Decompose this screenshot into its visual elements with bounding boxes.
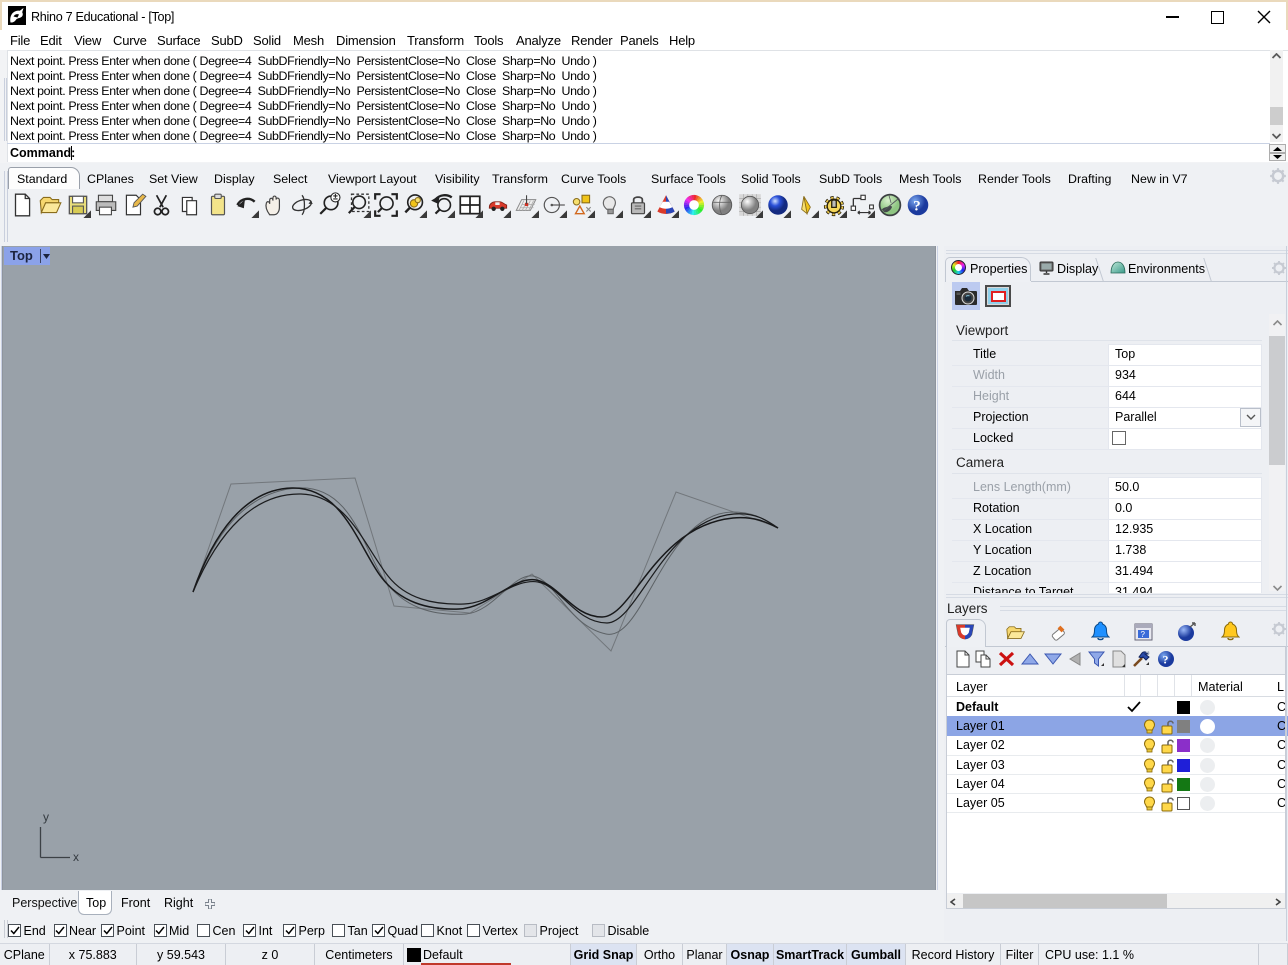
- svg-text:?: ?: [1141, 630, 1146, 639]
- svg-text:?: ?: [913, 197, 921, 214]
- svg-text:?: ?: [1163, 653, 1169, 667]
- svg-text:y: y: [43, 810, 49, 824]
- svg-text:x: x: [73, 850, 79, 864]
